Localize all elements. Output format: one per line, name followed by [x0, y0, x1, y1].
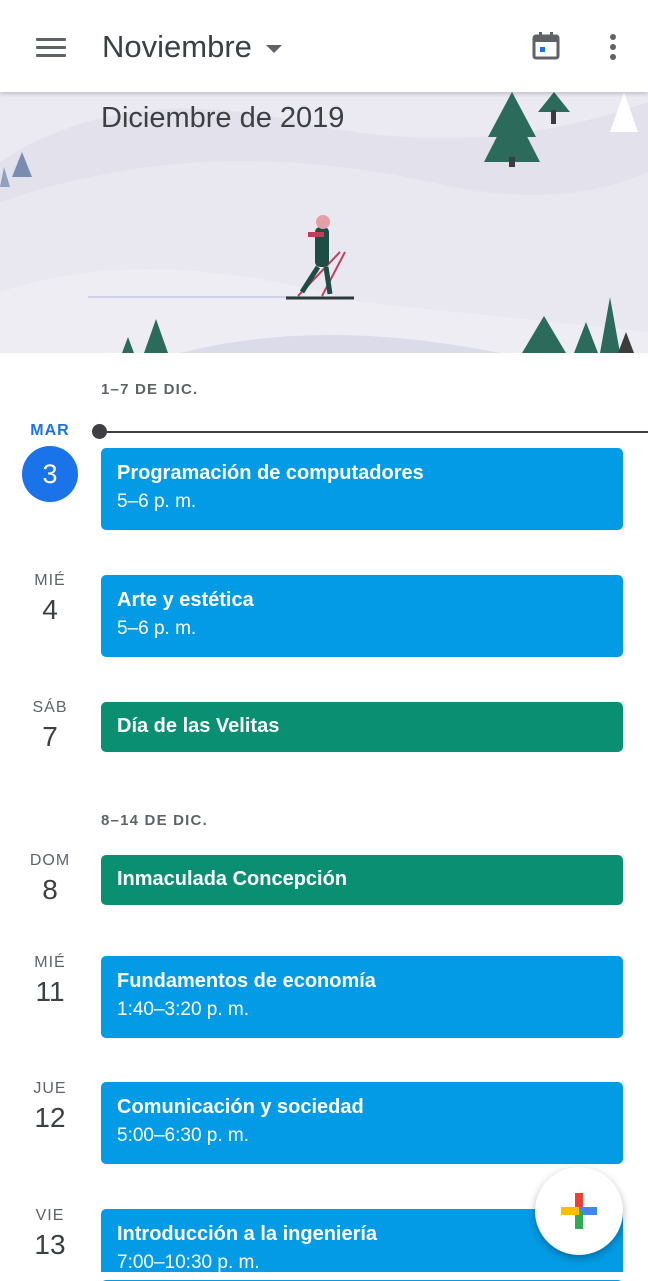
event-card[interactable]: Día de las Velitas: [101, 702, 623, 752]
day-of-week: MIÉ: [34, 572, 66, 589]
day-of-week: JUE: [33, 1080, 67, 1097]
create-event-button[interactable]: [535, 1167, 623, 1255]
day-number: 13: [34, 1229, 66, 1260]
bottom-edge: [0, 1272, 648, 1280]
day-number: 4: [42, 594, 58, 625]
banner-title: Diciembre de 2019: [101, 102, 345, 134]
today-date-badge: 3: [22, 446, 78, 502]
event-time: 7:00–10:30 p. m.: [117, 1252, 260, 1273]
more-vert-icon[interactable]: [596, 26, 632, 66]
day-of-week: SÁB: [32, 699, 68, 716]
event-card[interactable]: Programación de computadores 5–6 p. m.: [101, 448, 623, 530]
day-header[interactable]: MAR 3: [18, 422, 82, 502]
day-number: 7: [42, 721, 58, 752]
event-card[interactable]: Fundamentos de economía 1:40–3:20 p. m.: [101, 956, 623, 1038]
event-time: 5–6 p. m.: [117, 618, 197, 639]
day-of-week: DOM: [29, 852, 71, 869]
event-title: Programación de computadores: [117, 462, 424, 484]
day-of-week: MIÉ: [34, 954, 66, 971]
event-time: 5:00–6:30 p. m.: [117, 1125, 250, 1146]
event-title: Comunicación y sociedad: [117, 1096, 364, 1118]
dropdown-icon: [265, 45, 282, 53]
event-title: Arte y estética: [117, 589, 254, 611]
day-header[interactable]: JUE 12: [18, 1080, 82, 1134]
week-label: 1–7 DE DIC.: [101, 381, 199, 398]
week-label: 8–14 DE DIC.: [101, 812, 208, 829]
day-header[interactable]: MIÉ 11: [18, 954, 82, 1008]
event-card[interactable]: Arte y estética 5–6 p. m.: [101, 575, 623, 657]
event-card[interactable]: Comunicación y sociedad 5:00–6:30 p. m.: [101, 1082, 623, 1164]
current-time-line: [100, 431, 648, 433]
day-number: 12: [34, 1102, 66, 1133]
day-header[interactable]: MIÉ 4: [18, 572, 82, 626]
menu-icon[interactable]: [24, 26, 66, 66]
event-title: Introducción a la ingeniería: [117, 1223, 378, 1245]
day-header[interactable]: SÁB 7: [18, 699, 82, 753]
event-time: 5–6 p. m.: [117, 491, 197, 512]
event-time: 1:40–3:20 p. m.: [117, 999, 250, 1020]
event-title: Inmaculada Concepción: [117, 868, 348, 890]
calendar-today-icon[interactable]: [526, 26, 566, 66]
add-icon: [561, 1193, 597, 1229]
day-number: 11: [35, 976, 65, 1007]
day-header[interactable]: VIE 13: [18, 1207, 82, 1261]
month-picker[interactable]: Noviembre: [102, 22, 282, 72]
month-label: Noviembre: [102, 29, 252, 64]
current-time-dot: [92, 424, 107, 439]
event-title: Fundamentos de economía: [117, 970, 376, 992]
day-of-week: VIE: [35, 1207, 65, 1224]
app-bar: Noviembre: [0, 0, 648, 92]
day-number: 8: [42, 874, 58, 905]
event-card[interactable]: Inmaculada Concepción: [101, 855, 623, 905]
event-title: Día de las Velitas: [117, 715, 280, 737]
day-header[interactable]: DOM 8: [18, 852, 82, 906]
month-banner: Diciembre de 2019: [0, 92, 648, 353]
day-of-week: MAR: [30, 422, 70, 439]
